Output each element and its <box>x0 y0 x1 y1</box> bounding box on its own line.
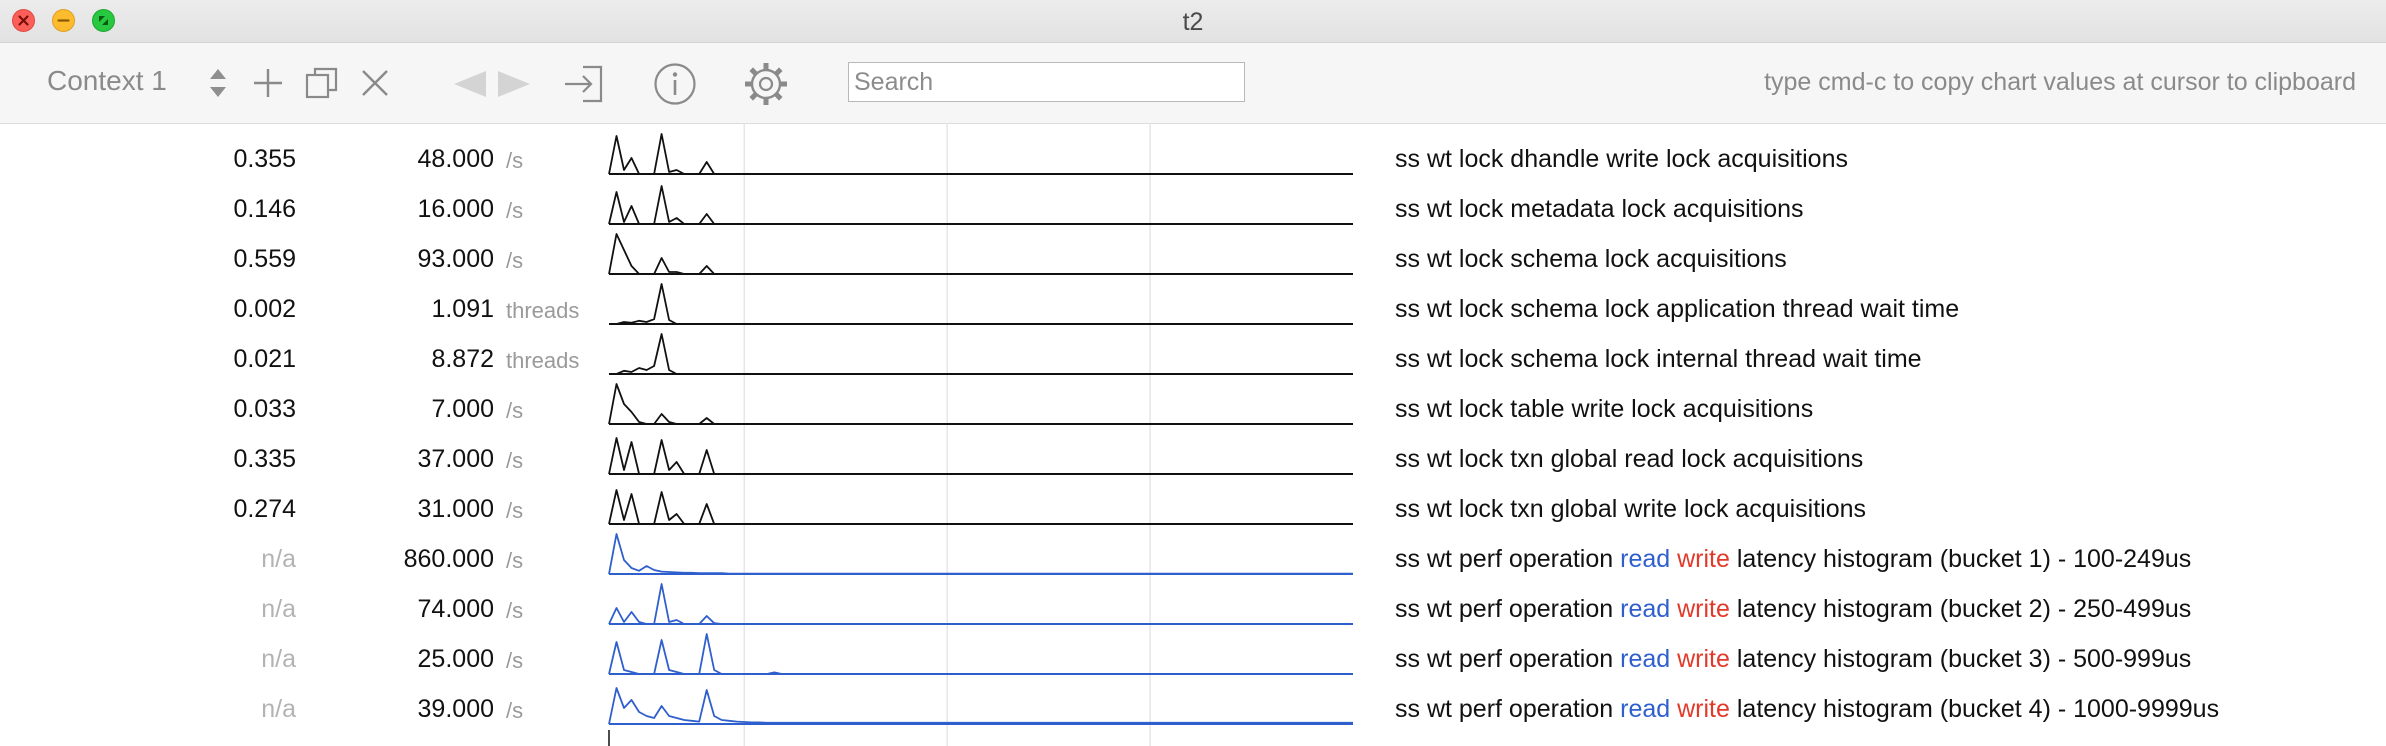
metric-name-suffix: latency histogram (bucket 4) - 1000-9999… <box>1736 695 2220 723</box>
forward-arrow-icon[interactable] <box>494 69 534 99</box>
current-value: 25.000 <box>417 645 494 673</box>
unit-label: /s <box>506 248 524 273</box>
write-series-label: write <box>1677 595 1730 623</box>
read-series-label: read <box>1620 545 1671 573</box>
metric-name: ss wt lock schema lock internal thread w… <box>1395 345 1922 373</box>
stepper-icon[interactable] <box>207 63 229 103</box>
metric-name: ss wt lock txn global write lock acquisi… <box>1395 495 1867 523</box>
read-series-label: read <box>1620 595 1671 623</box>
write-series-label: write <box>1677 545 1730 573</box>
metric-name-prefix: ss wt perf operation <box>1395 545 1614 573</box>
unit-label: /s <box>506 698 524 723</box>
metric-name: ss wt perf operation read write latency … <box>1395 645 2191 674</box>
current-value: 860.000 <box>403 545 494 573</box>
unit-label: /s <box>506 398 524 423</box>
current-value: 48.000 <box>417 145 494 173</box>
cursor-value: n/a <box>261 545 296 573</box>
metric-name: ss wt lock txn global read lock acquisit… <box>1395 445 1864 473</box>
unit-label: threads <box>506 298 580 323</box>
cursor-value: 0.559 <box>233 245 296 273</box>
metric-row[interactable]: 0.274 31.000 /s ss wt lock txn global wr… <box>0 484 2386 534</box>
metric-name: ss wt lock dhandle write lock acquisitio… <box>1395 145 1848 173</box>
read-series-label: read <box>1620 645 1671 673</box>
cursor-value: 0.335 <box>233 445 296 473</box>
metric-name-prefix: ss wt perf operation <box>1395 645 1614 673</box>
metric-name: ss wt perf operation read write latency … <box>1395 695 2219 724</box>
cursor-value: n/a <box>261 645 296 673</box>
copy-hint-text: type cmd-c to copy chart values at curso… <box>1764 68 2356 96</box>
current-value: 31.000 <box>417 495 494 523</box>
current-value: 7.000 <box>431 395 494 423</box>
duplicate-icon[interactable] <box>305 66 339 100</box>
current-value: 93.000 <box>417 245 494 273</box>
unit-label: /s <box>506 448 524 473</box>
read-series-label: read <box>1620 695 1671 723</box>
cursor-value: 0.274 <box>233 495 296 523</box>
unit-label: /s <box>506 548 524 573</box>
metric-row[interactable]: 0.146 16.000 /s ss wt lock metadata lock… <box>0 184 2386 234</box>
cursor-value: 0.021 <box>233 345 296 373</box>
metric-row[interactable]: n/a 25.000 /s ss wt perf operation read … <box>0 634 2386 684</box>
current-value: 37.000 <box>417 445 494 473</box>
unit-label: /s <box>506 148 524 173</box>
current-value: 16.000 <box>417 195 494 223</box>
toolbar: Context 1 type cmd <box>0 43 2386 124</box>
cursor-value: n/a <box>261 595 296 623</box>
title-bar: t2 <box>0 0 2386 43</box>
metric-name-suffix: latency histogram (bucket 3) - 500-999us <box>1736 645 2192 673</box>
import-icon[interactable] <box>563 63 605 105</box>
cursor-value: 0.146 <box>233 195 296 223</box>
metric-row[interactable]: 0.355 48.000 /s ss wt lock dhandle write… <box>0 134 2386 184</box>
info-icon[interactable] <box>653 62 697 106</box>
close-icon[interactable] <box>360 68 390 98</box>
metric-row[interactable]: 0.559 93.000 /s ss wt lock schema lock a… <box>0 234 2386 284</box>
metric-name-prefix: ss wt perf operation <box>1395 595 1614 623</box>
metric-name: ss wt lock schema lock acquisitions <box>1395 245 1787 273</box>
current-value: 74.000 <box>417 595 494 623</box>
metric-row[interactable]: 0.335 37.000 /s ss wt lock txn global re… <box>0 434 2386 484</box>
metrics-list: 0.355 48.000 /s ss wt lock dhandle write… <box>0 134 2386 734</box>
metric-name: ss wt lock metadata lock acquisitions <box>1395 195 1804 223</box>
metric-row[interactable]: n/a 39.000 /s ss wt perf operation read … <box>0 684 2386 734</box>
metric-name-prefix: ss wt perf operation <box>1395 695 1614 723</box>
write-series-label: write <box>1677 645 1730 673</box>
unit-label: /s <box>506 198 524 223</box>
back-arrow-icon[interactable] <box>450 69 490 99</box>
unit-label: /s <box>506 498 524 523</box>
context-label[interactable]: Context 1 <box>47 65 167 97</box>
unit-label: /s <box>506 648 524 673</box>
current-value: 1.091 <box>431 295 494 323</box>
window-title: t2 <box>1182 8 1204 36</box>
add-icon[interactable] <box>252 67 284 99</box>
metric-row[interactable]: 0.021 8.872 threads ss wt lock schema lo… <box>0 334 2386 384</box>
current-value: 39.000 <box>417 695 494 723</box>
cursor-value: 0.033 <box>233 395 296 423</box>
metric-name: ss wt lock schema lock application threa… <box>1395 295 1960 323</box>
gear-icon[interactable] <box>743 61 789 107</box>
metric-name: ss wt lock table write lock acquisitions <box>1395 395 1814 423</box>
metric-name-suffix: latency histogram (bucket 1) - 100-249us <box>1736 545 2192 573</box>
metric-name: ss wt perf operation read write latency … <box>1395 595 2191 624</box>
metric-row[interactable]: 0.002 1.091 threads ss wt lock schema lo… <box>0 284 2386 334</box>
metric-row[interactable]: n/a 860.000 /s ss wt perf operation read… <box>0 534 2386 584</box>
current-value: 8.872 <box>431 345 494 373</box>
unit-label: threads <box>506 348 580 373</box>
metric-row[interactable]: n/a 74.000 /s ss wt perf operation read … <box>0 584 2386 634</box>
unit-label: /s <box>506 598 524 623</box>
search-input[interactable] <box>848 62 1245 102</box>
metric-name-suffix: latency histogram (bucket 2) - 250-499us <box>1736 595 2192 623</box>
cursor-value: 0.355 <box>233 145 296 173</box>
write-series-label: write <box>1677 695 1730 723</box>
metric-row[interactable]: 0.033 7.000 /s ss wt lock table write lo… <box>0 384 2386 434</box>
cursor-value: 0.002 <box>233 295 296 323</box>
metric-name: ss wt perf operation read write latency … <box>1395 545 2191 574</box>
cursor-value: n/a <box>261 695 296 723</box>
